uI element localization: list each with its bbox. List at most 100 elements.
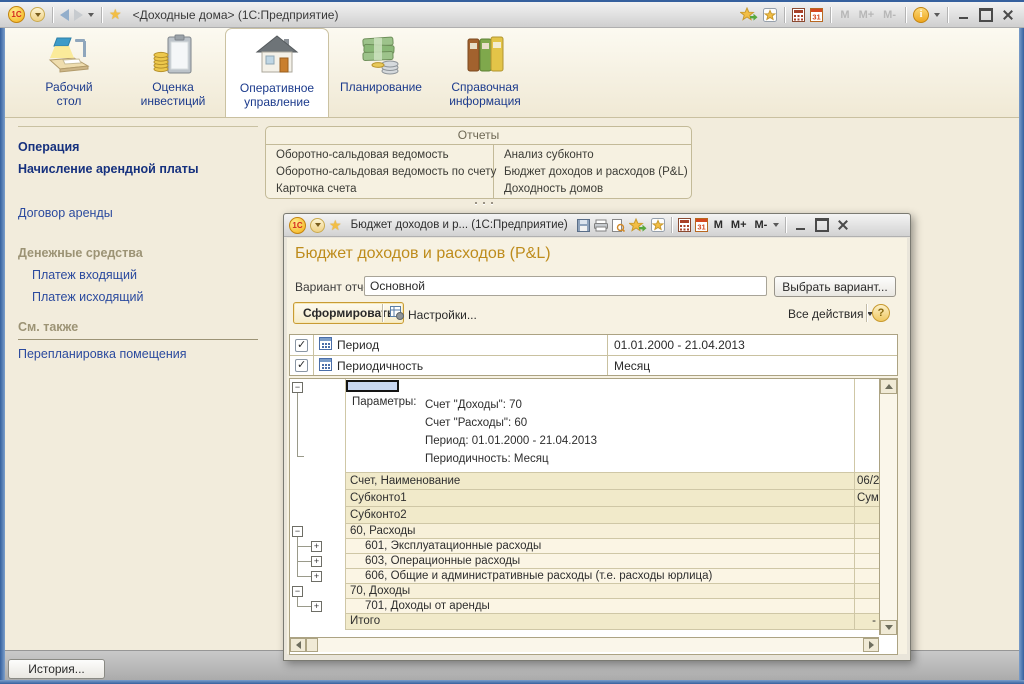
horizontal-scrollbar-thumb[interactable] xyxy=(306,638,318,652)
report-cell-label[interactable]: Параметры:Счет "Доходы": 70Счет "Расходы… xyxy=(346,393,854,473)
report-cell-value[interactable]: - xyxy=(854,614,879,630)
horizontal-scrollbar[interactable] xyxy=(290,637,879,652)
report-link[interactable]: Анализ субконто xyxy=(504,147,691,164)
print-icon[interactable] xyxy=(594,219,608,232)
back-icon[interactable] xyxy=(60,9,69,21)
sidebar-item-1[interactable]: Операция xyxy=(18,139,258,155)
filter-value[interactable]: 01.01.2000 - 21.04.2013 xyxy=(608,335,897,355)
report-data-row[interactable]: 60, Расходы xyxy=(290,524,879,539)
save-icon[interactable] xyxy=(577,219,590,232)
panel-resize-grip[interactable] xyxy=(475,202,493,204)
print-preview-icon[interactable] xyxy=(612,219,625,232)
parameters-row[interactable]: Параметры:Счет "Доходы": 70Счет "Расходы… xyxy=(290,393,879,473)
toolbar-tab-folders[interactable]: Справочная информация xyxy=(433,28,537,117)
expander-expand[interactable]: + xyxy=(311,541,322,552)
report-top-row[interactable] xyxy=(290,379,879,393)
report-cell-label[interactable]: Субконто1 xyxy=(346,490,854,507)
scroll-right-button[interactable] xyxy=(863,638,879,652)
close-button[interactable] xyxy=(999,7,1016,22)
1c-logo-icon[interactable] xyxy=(8,6,25,23)
report-cell-label[interactable]: 70, Доходы xyxy=(346,584,854,599)
report-link[interactable]: Оборотно-сальдовая ведомость xyxy=(276,147,493,164)
expander-collapse[interactable]: − xyxy=(292,586,303,597)
maximize-button[interactable] xyxy=(813,218,830,233)
add-favorite-icon[interactable] xyxy=(740,7,758,22)
report-data-row[interactable]: 606, Общие и административные расходы (т… xyxy=(290,569,879,584)
calendar-icon[interactable]: 31 xyxy=(810,8,823,22)
generate-button[interactable]: Сформировать xyxy=(293,302,404,324)
main-menu-dropdown-button[interactable] xyxy=(30,7,45,22)
choose-variant-button[interactable]: Выбрать вариант... xyxy=(774,276,896,297)
vertical-scrollbar-track[interactable] xyxy=(880,394,897,620)
maximize-button[interactable] xyxy=(977,7,994,22)
report-header-row[interactable]: Субконто1Сум xyxy=(290,490,879,507)
favorites-star-icon[interactable] xyxy=(109,6,122,23)
report-cell-value[interactable] xyxy=(854,554,879,569)
filter-value[interactable]: Месяц xyxy=(608,356,897,375)
all-actions-button[interactable]: Все действия xyxy=(788,307,873,321)
favorites-list-icon[interactable] xyxy=(651,218,665,232)
sidebar-item-6[interactable]: Платеж исходящий xyxy=(18,289,258,305)
add-favorite-icon[interactable] xyxy=(629,218,647,233)
report-cell-label[interactable]: 601, Эксплуатационные расходы xyxy=(346,539,854,554)
report-cell-label[interactable]: 701, Доходы от аренды xyxy=(346,599,854,614)
1c-logo-icon[interactable] xyxy=(289,217,306,234)
favorites-star-icon[interactable] xyxy=(329,217,342,234)
report-cell-value[interactable] xyxy=(854,393,879,473)
report-data-row[interactable]: 70, Доходы xyxy=(290,584,879,599)
help-button[interactable]: ? xyxy=(872,304,890,322)
report-cell-value[interactable] xyxy=(854,524,879,539)
settings-button[interactable]: Настройки... xyxy=(390,306,477,323)
report-cell-label[interactable]: 606, Общие и административные расходы (т… xyxy=(346,569,854,584)
report-header-row[interactable]: Субконто2 xyxy=(290,507,879,524)
report-cell-label[interactable]: 603, Операционные расходы xyxy=(346,554,854,569)
report-data-row[interactable]: Итого- xyxy=(290,614,879,630)
scroll-left-button[interactable] xyxy=(290,638,306,652)
report-data-row[interactable]: 603, Операционные расходы xyxy=(290,554,879,569)
memory-recall-button[interactable]: M xyxy=(712,219,725,231)
scroll-up-button[interactable] xyxy=(880,379,897,394)
expander-expand[interactable]: + xyxy=(311,571,322,582)
filter-row[interactable]: Период01.01.2000 - 21.04.2013 xyxy=(290,335,897,355)
service-dropdown-icon[interactable] xyxy=(934,13,940,17)
report-cell-label[interactable]: Итого xyxy=(346,614,854,630)
close-button[interactable] xyxy=(834,218,851,233)
report-cell-label[interactable]: Счет, Наименование xyxy=(346,473,854,490)
report-link[interactable]: Оборотно-сальдовая ведомость по счету xyxy=(276,164,493,181)
sidebar-item-8[interactable]: Перепланировка помещения xyxy=(18,346,258,362)
report-data-row[interactable]: 601, Эксплуатационные расходы xyxy=(290,539,879,554)
favorites-list-icon[interactable] xyxy=(763,8,777,22)
toolbar-tab-house[interactable]: Оперативное управление xyxy=(225,28,329,117)
report-cell-value[interactable]: Сум xyxy=(854,490,879,507)
sidebar-item-3[interactable]: Договор аренды xyxy=(18,205,258,221)
filter-checkbox[interactable] xyxy=(295,359,308,372)
history-dropdown-icon[interactable] xyxy=(88,13,94,17)
history-button[interactable]: История... xyxy=(8,659,105,679)
report-cell-label[interactable]: Субконто2 xyxy=(346,507,854,524)
report-cell-value[interactable] xyxy=(854,507,879,524)
forward-icon[interactable] xyxy=(74,9,83,21)
report-link[interactable]: Карточка счета xyxy=(276,181,493,198)
expander-expand[interactable]: + xyxy=(311,601,322,612)
calculator-icon[interactable] xyxy=(792,8,805,22)
report-cell-value[interactable] xyxy=(854,584,879,599)
report-link[interactable]: Доходность домов xyxy=(504,181,691,198)
sidebar-item-2[interactable]: Начисление арендной платы xyxy=(18,161,258,177)
report-data-row[interactable]: 701, Доходы от аренды xyxy=(290,599,879,614)
minimize-button[interactable] xyxy=(955,7,972,22)
report-header-row[interactable]: Счет, Наименование06/2 xyxy=(290,473,879,490)
toolbar-tab-desk[interactable]: Рабочий стол xyxy=(17,28,121,117)
horizontal-scrollbar-track[interactable] xyxy=(318,638,863,652)
scroll-down-button[interactable] xyxy=(880,620,897,635)
report-cell-value[interactable] xyxy=(854,539,879,554)
calculator-icon[interactable] xyxy=(678,218,691,232)
sidebar-item-5[interactable]: Платеж входящий xyxy=(18,267,258,283)
report-cell-label[interactable] xyxy=(346,379,854,393)
calendar-icon[interactable]: 31 xyxy=(695,218,708,232)
selected-cell[interactable] xyxy=(346,380,399,392)
memory-subtract-button[interactable]: M- xyxy=(753,219,770,231)
report-cell-value[interactable] xyxy=(854,569,879,584)
report-cell-value[interactable]: 06/2 xyxy=(854,473,879,490)
filter-row[interactable]: ПериодичностьМесяц xyxy=(290,355,897,375)
more-dropdown-icon[interactable] xyxy=(773,223,779,227)
